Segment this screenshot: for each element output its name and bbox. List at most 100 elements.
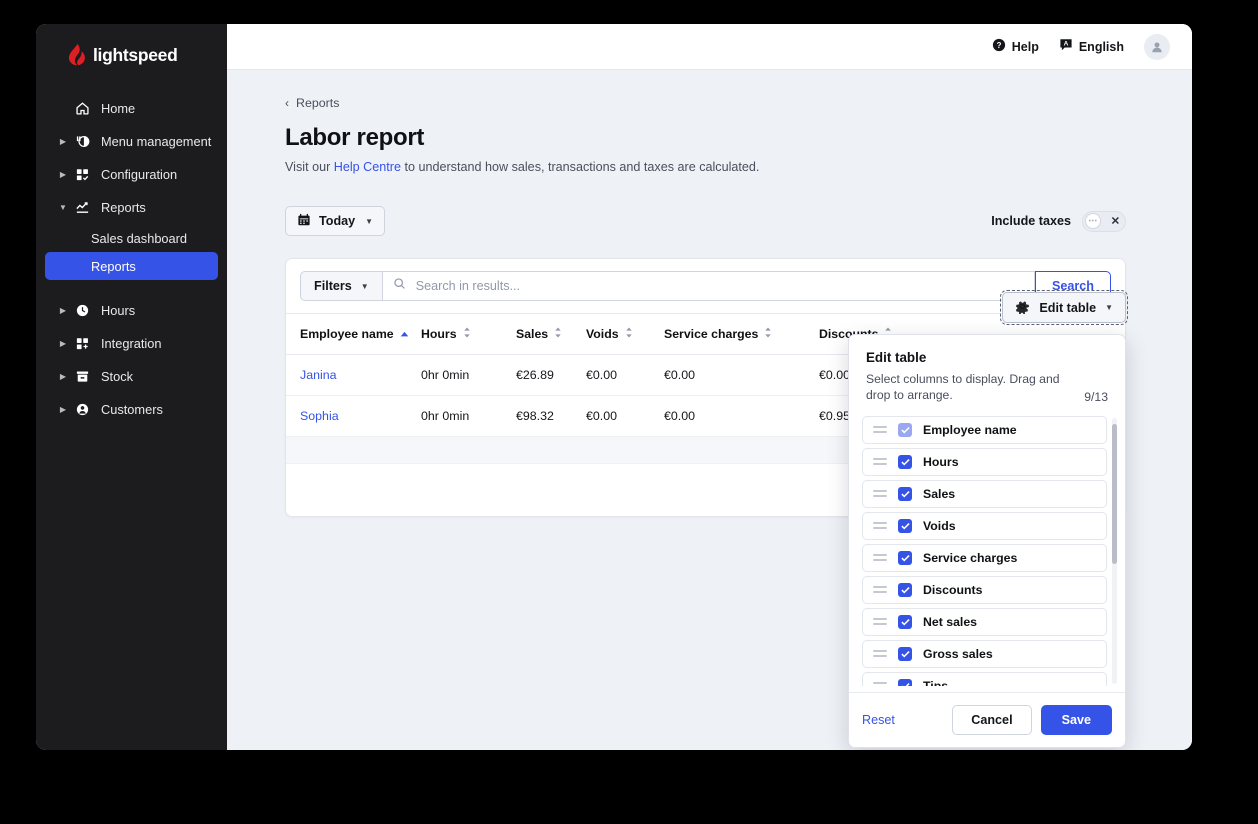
chevron-down-icon: ▼ <box>360 281 369 291</box>
configuration-icon <box>73 167 91 182</box>
sidebar-item-hours[interactable]: ▶ Hours <box>36 294 227 327</box>
sidebar-subitem-label: Sales dashboard <box>91 230 188 246</box>
checkbox-checked-icon[interactable] <box>898 486 912 501</box>
sidebar-item-reports[interactable]: ▼ Reports <box>36 191 227 224</box>
drag-handle-icon[interactable] <box>873 554 887 562</box>
sort-both-icon <box>554 327 562 341</box>
search-input[interactable] <box>413 278 1024 294</box>
checkbox-checked-icon[interactable] <box>898 678 912 686</box>
date-range-button[interactable]: Today ▼ <box>285 206 386 236</box>
sidebar-subitem-sales-dashboard[interactable]: Sales dashboard <box>45 224 218 252</box>
table-toolbar: Filters ▼ Search <box>286 259 1125 313</box>
user-icon <box>1152 41 1162 52</box>
main-area: ? Help A English ‹ Reports Labor report … <box>227 24 1192 750</box>
list-item[interactable]: Voids <box>862 511 1107 540</box>
reports-icon <box>73 200 91 215</box>
drag-handle-icon[interactable] <box>873 426 887 434</box>
drag-handle-icon[interactable] <box>873 458 887 466</box>
sidebar-item-label: Hours <box>101 303 136 318</box>
sidebar-item-label: Home <box>101 101 136 116</box>
scrollbar-thumb[interactable] <box>1112 423 1117 564</box>
chevron-right-icon: ▶ <box>59 136 67 146</box>
sidebar-subitem-reports[interactable]: Reports <box>45 252 218 280</box>
brand-logo[interactable]: lightspeed <box>36 24 227 70</box>
list-item[interactable]: Gross sales <box>862 639 1107 668</box>
cell-voids: €0.00 <box>586 354 664 396</box>
include-taxes-toggle[interactable]: ••• ✕ <box>1082 210 1126 232</box>
popover-footer: Reset Cancel Save <box>849 691 1125 747</box>
avatar[interactable] <box>1144 33 1170 60</box>
sort-both-icon <box>463 327 471 341</box>
cell-sales: €26.89 <box>516 354 586 396</box>
save-button[interactable]: Save <box>1040 704 1112 735</box>
list-item[interactable]: Discounts <box>862 575 1107 604</box>
popover-scrollbar[interactable] <box>1112 417 1117 684</box>
reset-button[interactable]: Reset <box>862 713 895 727</box>
employee-link[interactable]: Janina <box>300 368 337 382</box>
subtitle-prefix: Visit our <box>285 160 334 174</box>
checkbox-checked-icon[interactable] <box>898 614 912 629</box>
checkbox-checked-icon[interactable] <box>898 550 912 565</box>
popover-title: Edit table <box>866 350 927 365</box>
checkbox-checked-icon[interactable] <box>898 454 912 469</box>
page-title: Labor report <box>285 124 425 151</box>
list-item[interactable]: Employee name <box>862 415 1107 444</box>
list-item[interactable]: Net sales <box>862 607 1107 636</box>
sidebar-item-label: Reports <box>101 200 146 215</box>
column-header-sales[interactable]: Sales <box>516 313 586 355</box>
checkbox-checked-icon[interactable] <box>898 582 912 597</box>
drag-handle-icon[interactable] <box>873 682 887 686</box>
sidebar-item-stock[interactable]: ▶ Stock <box>36 360 227 393</box>
column-header-service-charges[interactable]: Service charges <box>664 313 819 355</box>
sidebar-item-label: Stock <box>101 369 134 384</box>
drag-handle-icon[interactable] <box>873 650 887 658</box>
column-header-employee-name[interactable]: Employee name <box>286 313 421 355</box>
help-centre-link[interactable]: Help Centre <box>334 160 401 174</box>
employee-link[interactable]: Sophia <box>300 409 339 423</box>
edit-table-button[interactable]: Edit table ▼ <box>1000 290 1128 325</box>
drag-handle-icon[interactable] <box>873 490 887 498</box>
column-header-hours[interactable]: Hours <box>421 313 516 355</box>
list-item[interactable]: Hours <box>862 447 1107 476</box>
lightspeed-flame-icon <box>68 44 86 66</box>
stock-icon <box>73 369 91 384</box>
sidebar-nav: ▶ Home ▶ Menu ma <box>36 92 227 426</box>
cell-hours: 0hr 0min <box>421 395 516 437</box>
cell-employee-name: Janina <box>286 354 421 396</box>
drag-handle-icon[interactable] <box>873 618 887 626</box>
sidebar-item-configuration[interactable]: ▶ Configuration <box>36 158 227 191</box>
column-label: Voids <box>586 327 619 341</box>
drag-handle-icon[interactable] <box>873 586 887 594</box>
column-list: Employee name Hours Sales Voids Service … <box>862 415 1117 686</box>
chevron-right-icon: ▶ <box>59 169 67 179</box>
date-range-label: Today <box>319 214 356 228</box>
breadcrumb[interactable]: ‹ Reports <box>285 96 339 110</box>
list-item[interactable]: Service charges <box>862 543 1107 572</box>
include-taxes-label: Include taxes <box>991 214 1071 228</box>
list-item-label: Voids <box>923 518 956 533</box>
help-button[interactable]: ? Help <box>992 38 1039 55</box>
checkbox-checked-icon[interactable] <box>898 518 912 533</box>
cancel-button[interactable]: Cancel <box>952 704 1032 735</box>
sidebar-item-customers[interactable]: ▶ Customers <box>36 393 227 426</box>
sidebar-item-menu-management[interactable]: ▶ Menu management <box>36 125 227 158</box>
sidebar-item-integration[interactable]: ▶ Integration <box>36 327 227 360</box>
sort-both-icon <box>764 327 772 341</box>
drag-handle-icon[interactable] <box>873 522 887 530</box>
integration-icon <box>73 336 91 351</box>
language-selector[interactable]: A English <box>1059 38 1124 55</box>
home-icon <box>73 101 91 116</box>
column-label: Sales <box>516 327 549 341</box>
list-item[interactable]: Tips <box>862 671 1107 686</box>
menu-management-icon <box>73 134 91 149</box>
checkbox-checked-icon[interactable] <box>898 646 912 661</box>
list-item[interactable]: Sales <box>862 479 1107 508</box>
checkbox-checked-icon[interactable] <box>898 422 912 437</box>
column-header-voids[interactable]: Voids <box>586 313 664 355</box>
customers-icon <box>73 402 91 417</box>
filters-button[interactable]: Filters ▼ <box>300 271 383 301</box>
sidebar-item-home[interactable]: ▶ Home <box>36 92 227 125</box>
column-label: Service charges <box>664 327 759 341</box>
svg-text:A: A <box>1063 41 1068 48</box>
chevron-down-icon: ▼ <box>1105 303 1113 312</box>
